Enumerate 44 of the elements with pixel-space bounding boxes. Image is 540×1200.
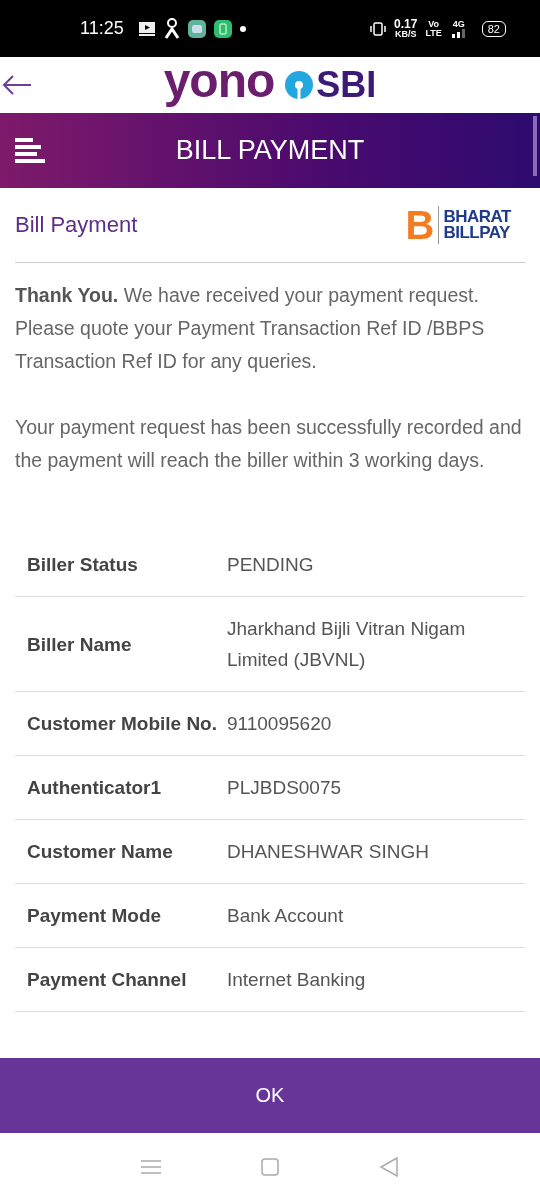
detail-value: PENDING <box>227 553 314 577</box>
billpay-logo-text: BILLPAY <box>443 225 511 242</box>
detail-value: Jharkhand Bijli Vitran Nigam Limited (JBVNL) <box>227 617 467 672</box>
signal-icon <box>449 28 468 38</box>
page-title: BILL PAYMENT <box>175 135 365 166</box>
message-paragraph: Thank You. We have received your payment request. Please quote your Payment Transaction Ref ID /BBPS Transaction Ref ID for any queries. <box>15 283 486 374</box>
bharat-billpay-logo-letter: B <box>405 205 435 245</box>
speed-unit: KB/S <box>394 30 417 39</box>
network-speed: 0.17 <box>394 18 418 30</box>
detail-label: Customer Name <box>27 840 174 864</box>
detail-label: Customer Mobile No. <box>27 712 218 736</box>
detail-value: Internet Banking <box>227 968 366 992</box>
bharat-logo-text: BHARAT <box>443 208 511 225</box>
scroll-indicator <box>533 116 537 176</box>
sbi-logo-text: SBI <box>316 64 377 106</box>
home-square-icon[interactable] <box>261 1157 279 1176</box>
detail-label: Payment Channel <box>27 968 188 992</box>
back-arrow-icon[interactable] <box>2 75 32 95</box>
detail-value: 9110095620 <box>227 712 332 736</box>
vibrate-icon <box>370 20 387 37</box>
lte-label: LTE <box>425 28 442 38</box>
detail-label: Authenticator1 <box>27 776 163 800</box>
detail-value: Bank Account <box>227 904 344 928</box>
network-type: 4G <box>452 19 465 29</box>
detail-label: Biller Name <box>27 632 133 657</box>
back-triangle-icon[interactable] <box>379 1156 399 1177</box>
yono-logo-text: yono <box>163 57 275 105</box>
detail-label: Payment Mode <box>27 904 163 928</box>
person-icon <box>163 17 180 40</box>
message-paragraph: Your payment request has been successfully recorded and the payment will reach the biller within 3 working days. <box>15 415 523 473</box>
section-title: Bill Payment <box>15 212 138 238</box>
battery-app-icon <box>213 19 232 38</box>
status-time: 11:25 <box>80 18 124 39</box>
screen-cast-icon <box>137 20 156 37</box>
ok-button[interactable]: OK <box>0 1058 540 1133</box>
detail-value: DHANESHWAR SINGH <box>227 840 429 864</box>
app-icon <box>187 19 206 38</box>
dot-icon <box>239 25 246 32</box>
menu-icon[interactable] <box>15 138 45 164</box>
detail-label: Biller Status <box>27 553 139 577</box>
keyhole-logo-icon <box>284 70 315 100</box>
battery-level: 82 <box>481 20 506 37</box>
volte-label: Vo <box>428 19 439 29</box>
detail-value: PLJBDS0075 <box>227 776 342 800</box>
